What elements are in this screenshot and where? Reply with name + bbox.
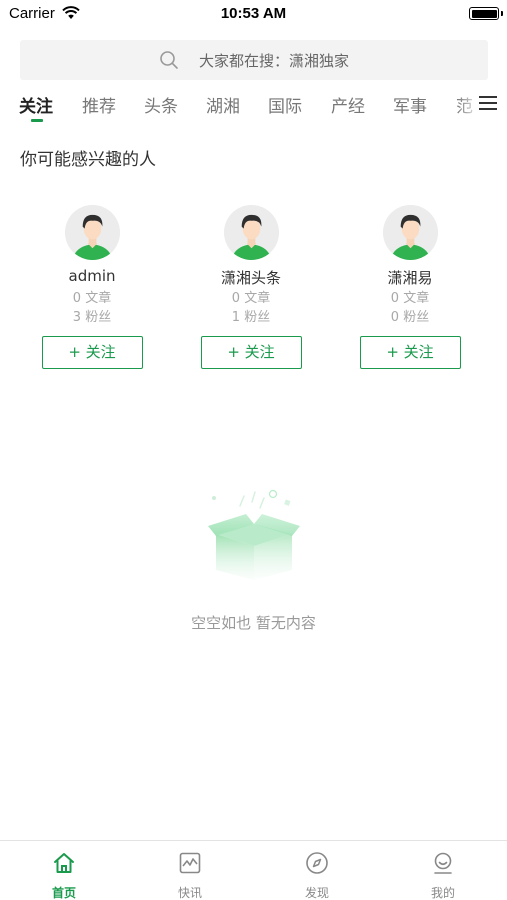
status-bar: Carrier 10:53 AM bbox=[0, 0, 507, 28]
tabbar-news[interactable]: 快讯 bbox=[160, 851, 220, 900]
tab-industry[interactable]: 产经 bbox=[331, 92, 365, 117]
active-tab-indicator bbox=[31, 119, 43, 122]
profile-icon bbox=[434, 852, 452, 874]
user-articles: 0 文章 bbox=[72, 291, 112, 306]
search-icon bbox=[160, 51, 178, 69]
tabbar-label: 我的 bbox=[430, 886, 455, 900]
search-bar[interactable]: 大家都在搜：潇湘独家 bbox=[20, 40, 488, 80]
user-card: 潇湘头条 0 文章 1 粉丝 + 关注 bbox=[181, 205, 321, 369]
empty-state-text: 空空如也 暂无内容 bbox=[191, 614, 316, 632]
user-articles: 0 文章 bbox=[231, 291, 271, 306]
user-name: admin bbox=[68, 267, 116, 285]
tabbar-label: 快讯 bbox=[177, 886, 202, 900]
user-fans: 1 粉丝 bbox=[231, 310, 271, 325]
user-articles: 0 文章 bbox=[390, 291, 430, 306]
tab-international[interactable]: 国际 bbox=[268, 92, 302, 117]
section-title: 你可能感兴趣的人 bbox=[20, 150, 156, 170]
avatar-icon[interactable] bbox=[382, 205, 438, 260]
clock: 10:53 AM bbox=[220, 5, 287, 22]
battery-icon bbox=[469, 7, 499, 20]
tabbar-home[interactable]: 首页 bbox=[34, 851, 94, 900]
user-fans: 3 粉丝 bbox=[72, 310, 112, 325]
tab-recommend[interactable]: 推荐 bbox=[82, 92, 116, 117]
bottom-tab-bar: 首页 快讯 发现 我的 bbox=[0, 840, 507, 900]
avatar-icon[interactable] bbox=[64, 205, 120, 260]
chart-icon bbox=[179, 852, 201, 874]
channel-tabs: 关注 推荐 头条 湖湘 国际 产经 军事 范 bbox=[0, 88, 507, 124]
tab-follow[interactable]: 关注 bbox=[19, 92, 53, 117]
user-name: 潇湘头条 bbox=[220, 269, 281, 287]
tab-huxiang[interactable]: 湖湘 bbox=[206, 92, 240, 117]
follow-button[interactable]: + 关注 bbox=[41, 336, 143, 369]
avatar-icon[interactable] bbox=[223, 205, 279, 260]
user-fans: 0 粉丝 bbox=[390, 310, 430, 325]
battery-tip bbox=[501, 11, 503, 16]
tabbar-mine[interactable]: 我的 bbox=[413, 851, 473, 900]
compass-icon bbox=[306, 852, 328, 874]
tabbar-label: 发现 bbox=[304, 886, 329, 900]
tabbar-label: 首页 bbox=[51, 886, 76, 900]
follow-button[interactable]: + 关注 bbox=[200, 336, 302, 369]
search-placeholder: 大家都在搜：潇湘独家 bbox=[198, 51, 349, 70]
tab-military[interactable]: 军事 bbox=[393, 92, 427, 117]
user-card: 潇湘易 0 文章 0 粉丝 + 关注 bbox=[340, 205, 480, 369]
empty-box-icon bbox=[208, 489, 300, 580]
follow-button[interactable]: + 关注 bbox=[359, 336, 461, 369]
user-name: 潇湘易 bbox=[387, 269, 433, 287]
home-icon bbox=[54, 853, 74, 873]
tabbar-discover[interactable]: 发现 bbox=[287, 851, 347, 900]
menu-icon[interactable] bbox=[477, 92, 499, 114]
tab-headline[interactable]: 头条 bbox=[144, 92, 178, 117]
user-card: admin 0 文章 3 粉丝 + 关注 bbox=[22, 205, 162, 369]
